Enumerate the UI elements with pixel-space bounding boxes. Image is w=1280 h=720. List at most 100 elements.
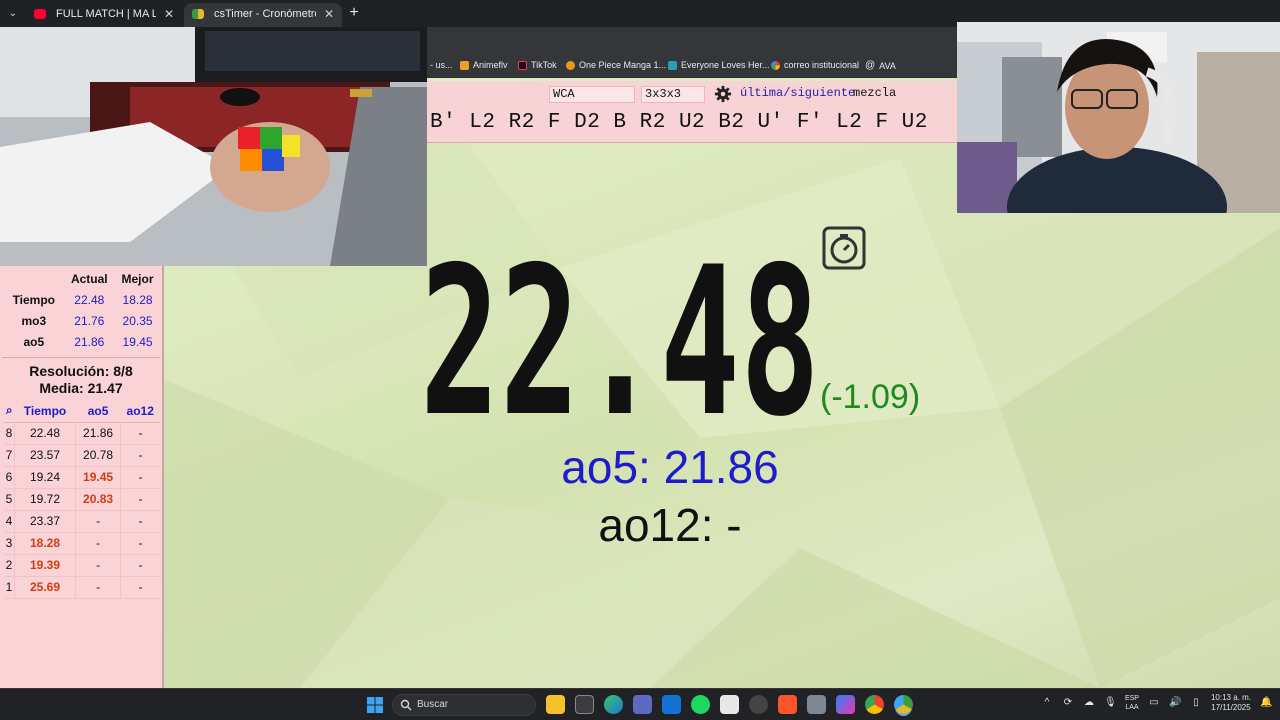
solve-time[interactable]: 22.48: [14, 422, 77, 445]
calculator-icon[interactable]: [807, 695, 826, 714]
stats-best[interactable]: 18.28: [115, 289, 160, 310]
table-row[interactable]: 8 22.48 21.86-: [4, 422, 160, 445]
table-row[interactable]: 1 25.69- -: [4, 576, 160, 599]
solve-number[interactable]: 8: [4, 422, 15, 445]
solve-ao5[interactable]: 20.83: [75, 488, 121, 511]
volume-icon[interactable]: 🔊: [1169, 697, 1181, 709]
language-indicator[interactable]: ESP LAA: [1125, 694, 1139, 712]
stats-row-mo3[interactable]: mo3 21.76 20.35: [4, 310, 160, 331]
notifications-icon[interactable]: 🔔: [1260, 697, 1272, 709]
store-icon[interactable]: [633, 695, 652, 714]
stopwatch-icon[interactable]: [822, 226, 866, 270]
solve-ao12[interactable]: -: [120, 554, 160, 577]
solve-time[interactable]: 19.39: [14, 554, 77, 577]
ao5-display[interactable]: ao5: 21.86: [400, 440, 940, 494]
solve-number[interactable]: 5: [4, 488, 15, 511]
solve-time[interactable]: 23.37: [14, 510, 77, 533]
last-next-scramble-link[interactable]: última/siguiente: [740, 86, 855, 100]
bookmark-tiktok[interactable]: TikTok: [518, 60, 557, 70]
tab-youtube[interactable]: FULL MATCH | MA Long (CHN) ✕: [26, 3, 182, 27]
brave-icon[interactable]: [778, 695, 797, 714]
solve-ao5[interactable]: 20.78: [75, 444, 121, 467]
solve-ao12[interactable]: -: [120, 510, 160, 533]
cloud-icon[interactable]: ☁: [1083, 697, 1095, 709]
stats-actual[interactable]: 22.48: [64, 289, 115, 310]
solve-time[interactable]: 23.57: [14, 444, 77, 467]
solve-ao12[interactable]: -: [120, 488, 160, 511]
solve-number[interactable]: 1: [4, 576, 15, 599]
table-row[interactable]: 7 23.57 20.78-: [4, 444, 160, 467]
solve-ao5[interactable]: -: [75, 532, 121, 555]
solve-ao5[interactable]: 19.45: [75, 466, 121, 489]
solve-ao12[interactable]: -: [120, 532, 160, 555]
solve-ao5[interactable]: 21.86: [75, 422, 121, 445]
timer-display[interactable]: 22.48: [420, 238, 820, 418]
solve-ao5[interactable]: -: [75, 554, 121, 577]
tab-search-dropdown[interactable]: ⌄: [4, 5, 22, 23]
session-summary[interactable]: Resolución: 8/8 Media: 21.47: [2, 357, 160, 399]
solve-time[interactable]: 19.72: [14, 488, 77, 511]
tab-cstimer[interactable]: csTimer - Cronómetro profesional ✕: [184, 3, 342, 27]
app-icon[interactable]: [720, 695, 739, 714]
solve-ao12[interactable]: -: [120, 576, 160, 599]
solve-time[interactable]: 25.69: [14, 576, 77, 599]
bookmark-correo[interactable]: correo institucional: [771, 60, 859, 70]
event-select[interactable]: WCA: [549, 86, 635, 103]
chevron-up-icon[interactable]: ^: [1041, 697, 1053, 709]
solve-time[interactable]: 18.28: [14, 532, 77, 555]
solve-ao12[interactable]: -: [120, 422, 160, 445]
bookmark-everyone[interactable]: Everyone Loves Her...: [668, 60, 770, 70]
app-icon[interactable]: [575, 695, 594, 714]
clock[interactable]: 10:13 a. m. 17/11/2025: [1211, 693, 1251, 713]
bookmark-animeflv[interactable]: Animeflv: [460, 60, 508, 70]
copilot-icon[interactable]: [836, 695, 855, 714]
solve-ao12[interactable]: -: [120, 444, 160, 467]
file-explorer-icon[interactable]: [546, 695, 565, 714]
microphone-icon[interactable]: 🎙: [1104, 697, 1117, 709]
windows-start-icon[interactable]: [367, 697, 383, 713]
sync-icon[interactable]: ⟳: [1062, 697, 1074, 709]
table-row[interactable]: 5 19.72 20.83-: [4, 488, 160, 511]
stats-actual[interactable]: 21.76: [64, 310, 115, 331]
bookmark-onepiece[interactable]: One Piece Manga 1...: [566, 60, 666, 70]
close-tab-icon[interactable]: ✕: [164, 3, 174, 25]
solve-number[interactable]: 4: [4, 510, 15, 533]
table-row[interactable]: 2 19.39- -: [4, 554, 160, 577]
solve-ao12[interactable]: -: [120, 466, 160, 489]
scramble-text: B' L2 R2 F D2 B R2 U2 B2 U' F' L2 F U2: [430, 111, 928, 134]
edge-icon[interactable]: [604, 695, 623, 714]
solve-number[interactable]: 7: [4, 444, 15, 467]
animeflv-icon: [460, 60, 469, 70]
close-tab-icon[interactable]: ✕: [324, 3, 334, 25]
search-icon[interactable]: ⌕: [4, 400, 15, 423]
bookmark-item[interactable]: - us...: [430, 60, 453, 70]
solve-number[interactable]: 6: [4, 466, 15, 489]
battery-icon[interactable]: ▯: [1190, 697, 1202, 709]
stats-row-ao5[interactable]: ao5 21.86 19.45: [4, 331, 160, 352]
webcam-face-image: [957, 22, 1280, 213]
stats-row-time[interactable]: Tiempo 22.48 18.28: [4, 289, 160, 310]
solve-number[interactable]: 3: [4, 532, 15, 555]
table-row[interactable]: 4 23.37- -: [4, 510, 160, 533]
spotify-icon[interactable]: [691, 695, 710, 714]
chrome-icon[interactable]: [894, 695, 913, 714]
stats-actual[interactable]: 21.86: [64, 331, 115, 352]
solve-number[interactable]: 2: [4, 554, 15, 577]
solve-time[interactable]: 19.24: [14, 466, 77, 489]
outlook-icon[interactable]: [662, 695, 681, 714]
solve-ao5[interactable]: -: [75, 510, 121, 533]
app-icon[interactable]: [749, 695, 768, 714]
bookmark-ava[interactable]: @ AVA: [865, 60, 896, 71]
new-tab-button[interactable]: +: [346, 4, 362, 22]
chrome-icon[interactable]: [865, 695, 884, 714]
solve-ao5[interactable]: -: [75, 576, 121, 599]
stats-best[interactable]: 19.45: [115, 331, 160, 352]
table-row[interactable]: 6 19.24 19.45-: [4, 466, 160, 489]
ao12-display[interactable]: ao12: -: [400, 498, 940, 552]
table-row[interactable]: 3 18.28- -: [4, 532, 160, 555]
taskbar-search[interactable]: Buscar: [392, 694, 536, 716]
stats-best[interactable]: 20.35: [115, 310, 160, 331]
network-icon[interactable]: ▭: [1148, 697, 1160, 709]
gear-icon[interactable]: [714, 85, 732, 103]
puzzle-select[interactable]: 3x3x3: [641, 86, 705, 103]
